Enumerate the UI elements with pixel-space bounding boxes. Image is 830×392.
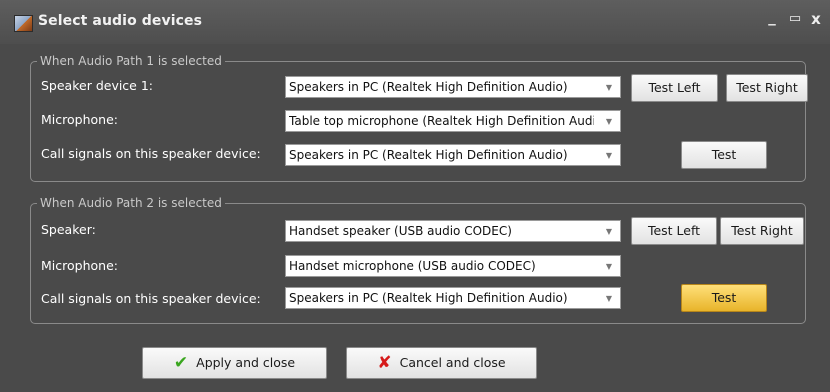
dialog-window: Select audio devices _ ▭ x When Audio Pa… [0, 0, 830, 392]
test-button-2[interactable]: Test [681, 284, 767, 312]
chevron-down-icon: ▼ [605, 83, 612, 92]
chevron-down-icon: ▼ [605, 294, 612, 303]
test-button-1[interactable]: Test [681, 141, 767, 169]
chevron-down-icon: ▼ [605, 227, 612, 236]
microphone-1-value: Table top microphone (Realtek High Defin… [289, 114, 594, 128]
microphone-1-select[interactable]: Table top microphone (Realtek High Defin… [285, 110, 621, 132]
app-icon [14, 15, 33, 32]
speaker-device-1-select[interactable]: Speakers in PC (Realtek High Definition … [285, 76, 621, 98]
window-title: Select audio devices [38, 13, 203, 29]
maximize-button[interactable]: ▭ [785, 11, 805, 26]
chevron-down-icon: ▼ [605, 151, 612, 160]
speaker-2-value: Handset speaker (USB audio CODEC) [289, 224, 512, 238]
title-bar[interactable]: Select audio devices _ ▭ x [0, 0, 830, 44]
microphone-1-label: Microphone: [41, 112, 118, 127]
chevron-down-icon: ▼ [605, 262, 612, 271]
apply-and-close-button[interactable]: ✔ Apply and close [142, 347, 327, 379]
call-signals-2-label: Call signals on this speaker device: [41, 291, 261, 306]
speaker-2-label: Speaker: [41, 222, 96, 237]
test-left-button-2[interactable]: Test Left [631, 217, 717, 245]
cancel-and-close-button[interactable]: ✘ Cancel and close [346, 347, 537, 379]
close-button[interactable]: x [806, 10, 826, 28]
microphone-2-label: Microphone: [41, 258, 118, 273]
checkmark-icon: ✔ [173, 353, 189, 373]
test-right-button-1[interactable]: Test Right [726, 74, 808, 102]
minimize-button[interactable]: _ [762, 8, 782, 26]
test-left-button-1[interactable]: Test Left [631, 74, 718, 102]
apply-and-close-label: Apply and close [196, 355, 296, 370]
speaker-device-1-label: Speaker device 1: [41, 78, 154, 93]
call-signals-1-value: Speakers in PC (Realtek High Definition … [289, 148, 568, 162]
audio-path-2-legend: When Audio Path 2 is selected [40, 196, 222, 210]
cancel-and-close-label: Cancel and close [399, 355, 506, 370]
speaker-device-1-value: Speakers in PC (Realtek High Definition … [289, 80, 568, 94]
call-signals-2-select[interactable]: Speakers in PC (Realtek High Definition … [285, 287, 621, 309]
call-signals-1-select[interactable]: Speakers in PC (Realtek High Definition … [285, 144, 621, 166]
chevron-down-icon: ▼ [605, 117, 612, 126]
call-signals-1-label: Call signals on this speaker device: [41, 146, 261, 161]
call-signals-2-value: Speakers in PC (Realtek High Definition … [289, 291, 568, 305]
test-right-button-2[interactable]: Test Right [720, 217, 804, 245]
microphone-2-select[interactable]: Handset microphone (USB audio CODEC) ▼ [285, 255, 621, 277]
microphone-2-value: Handset microphone (USB audio CODEC) [289, 259, 536, 273]
audio-path-1-legend: When Audio Path 1 is selected [40, 54, 222, 68]
speaker-2-select[interactable]: Handset speaker (USB audio CODEC) ▼ [285, 220, 621, 242]
cross-icon: ✘ [377, 353, 392, 373]
